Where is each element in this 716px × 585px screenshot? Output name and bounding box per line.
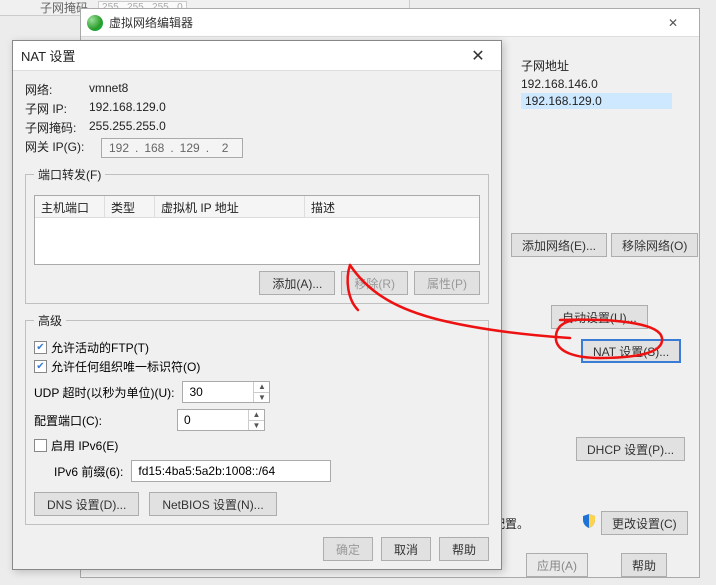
enable-ipv6-checkbox[interactable]: 启用 IPv6(E) xyxy=(34,437,480,454)
subnet-ip-value: 192.168.129.0 xyxy=(89,100,166,117)
pf-remove-button: 移除(R) xyxy=(341,271,408,295)
advanced-group: 高级 ✔允许活动的FTP(T) ✔允许任何组织唯一标识符(O) UDP 超时(以… xyxy=(25,312,489,525)
apply-button: 应用(A) xyxy=(526,553,588,577)
cancel-button[interactable]: 取消 xyxy=(381,537,431,561)
pf-col-desc: 描述 xyxy=(305,196,479,217)
checkbox-checked-icon: ✔ xyxy=(34,341,47,354)
nat-settings-dialog: NAT 设置 ✕ 网络: vmnet8 子网 IP: 192.168.129.0 子… xyxy=(12,40,502,570)
editor-title: 虚拟网络编辑器 xyxy=(109,14,647,31)
port-forward-group: 端口转发(F) 主机端口 类型 虚拟机 IP 地址 描述 添加(A)... 移除… xyxy=(25,166,489,304)
udp-timeout-spinner[interactable]: 30 ▲▼ xyxy=(182,381,270,403)
app-icon xyxy=(87,15,103,31)
network-label: 网络: xyxy=(25,81,83,98)
pf-add-button[interactable]: 添加(A)... xyxy=(259,271,335,295)
subnet-ip-label: 子网 IP: xyxy=(25,100,83,117)
gateway-label: 网关 IP(G): xyxy=(25,138,95,158)
editor-help-button[interactable]: 帮助 xyxy=(621,553,667,577)
nat-titlebar: NAT 设置 ✕ xyxy=(13,41,501,71)
spinner-down-icon[interactable]: ▼ xyxy=(249,421,264,431)
network-row-2-selected[interactable]: 192.168.129.0 xyxy=(521,93,672,109)
checkbox-checked-icon: ✔ xyxy=(34,360,47,373)
ipv6-prefix-input[interactable]: fd15:4ba5:5a2b:1008::/64 xyxy=(131,460,331,482)
remove-network-button[interactable]: 移除网络(O) xyxy=(611,233,698,257)
pf-col-vmip: 虚拟机 IP 地址 xyxy=(155,196,305,217)
ipv6-prefix-label: IPv6 前缀(6): xyxy=(54,463,123,480)
shield-icon xyxy=(581,513,597,529)
subnet-mask-value: 255.255.255.0 xyxy=(89,119,166,136)
col-subnet-header: 子网地址 xyxy=(521,57,569,74)
port-forward-legend: 端口转发(F) xyxy=(34,166,105,183)
change-settings-button[interactable]: 更改设置(C) xyxy=(601,511,688,535)
nat-close-button[interactable]: ✕ xyxy=(463,41,493,71)
editor-close-button[interactable]: ✕ xyxy=(653,9,693,37)
allow-active-ftp-checkbox[interactable]: ✔允许活动的FTP(T) xyxy=(34,339,480,356)
checkbox-unchecked-icon xyxy=(34,439,47,452)
pf-col-type: 类型 xyxy=(105,196,155,217)
spinner-up-icon[interactable]: ▲ xyxy=(249,410,264,421)
spinner-up-icon[interactable]: ▲ xyxy=(254,382,269,393)
advanced-legend: 高级 xyxy=(34,312,66,329)
pf-col-hostport: 主机端口 xyxy=(35,196,105,217)
editor-titlebar: 虚拟网络编辑器 ✕ xyxy=(81,9,699,37)
nat-help-button[interactable]: 帮助 xyxy=(439,537,489,561)
netbios-settings-button[interactable]: NetBIOS 设置(N)... xyxy=(149,492,276,516)
ok-button: 确定 xyxy=(323,537,373,561)
network-row-1[interactable]: 192.168.146.0 xyxy=(521,77,598,91)
port-forward-table[interactable]: 主机端口 类型 虚拟机 IP 地址 描述 xyxy=(34,195,480,265)
nat-settings-button[interactable]: NAT 设置(S)... xyxy=(581,339,681,363)
add-network-button[interactable]: 添加网络(E)... xyxy=(511,233,607,257)
nat-title: NAT 设置 xyxy=(21,46,463,65)
gateway-ip-input[interactable]: 192. 168. 129. 2 xyxy=(101,138,243,158)
spinner-down-icon[interactable]: ▼ xyxy=(254,393,269,403)
dhcp-settings-button[interactable]: DHCP 设置(P)... xyxy=(576,437,685,461)
auto-settings-button[interactable]: 自动设置(U)... xyxy=(551,305,648,329)
dns-settings-button[interactable]: DNS 设置(D)... xyxy=(34,492,139,516)
udp-timeout-label: UDP 超时(以秒为单位)(U): xyxy=(34,384,174,401)
pf-properties-button: 属性(P) xyxy=(414,271,480,295)
config-port-label: 配置端口(C): xyxy=(34,412,169,429)
subnet-mask-label: 子网掩码: xyxy=(25,119,83,136)
config-port-spinner[interactable]: 0 ▲▼ xyxy=(177,409,265,431)
network-value: vmnet8 xyxy=(89,81,128,98)
allow-any-oui-checkbox[interactable]: ✔允许任何组织唯一标识符(O) xyxy=(34,358,480,375)
